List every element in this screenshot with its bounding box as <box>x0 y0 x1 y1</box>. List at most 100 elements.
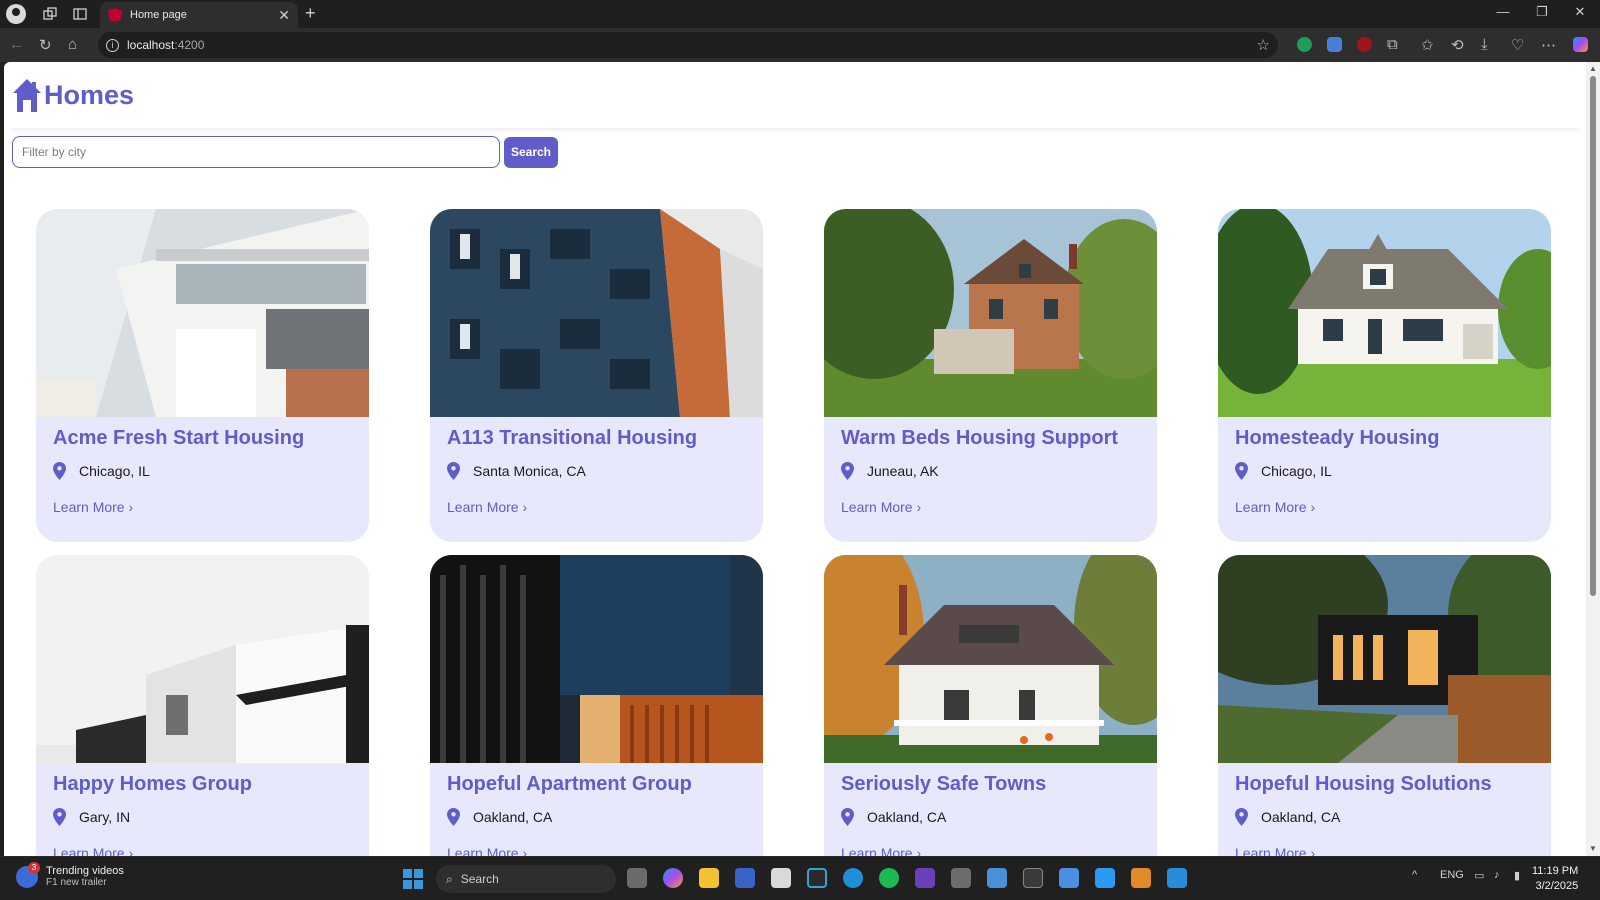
widgets-button[interactable]: 3 Trending videos F1 new trailer <box>16 861 124 888</box>
browser-essentials-icon[interactable]: ♡ <box>1511 36 1524 54</box>
notepad-icon[interactable] <box>1059 868 1079 888</box>
learn-more-link[interactable]: Learn More › <box>841 499 921 515</box>
tab-home-page[interactable]: Home page ✕ <box>100 2 298 28</box>
extensions-icon[interactable]: ⧉ <box>1387 36 1398 53</box>
house-logo-icon <box>12 77 42 113</box>
downloads-icon[interactable]: ⤓ <box>1481 36 1488 53</box>
listing-title: Homesteady Housing <box>1235 427 1440 449</box>
grammarly-icon[interactable] <box>1297 37 1312 52</box>
unity-icon[interactable] <box>951 868 971 888</box>
brand-title[interactable]: Homes <box>44 80 134 111</box>
url-text[interactable]: localhost:4200 <box>127 38 204 52</box>
new-tab-icon[interactable]: + <box>305 3 316 24</box>
scroll-thumb[interactable] <box>1590 76 1596 596</box>
learn-more-link[interactable]: Learn More › <box>841 845 921 856</box>
vscode-icon[interactable] <box>1167 868 1187 888</box>
listing-photo <box>36 209 369 417</box>
listing-location: Chicago, IL <box>1235 462 1332 480</box>
widget-subtitle: F1 new trailer <box>46 877 107 888</box>
terminal-icon[interactable] <box>1023 868 1043 888</box>
listing-title: Acme Fresh Start Housing <box>53 427 305 449</box>
battery-icon[interactable]: ▮ <box>1514 869 1520 882</box>
listing-title: Hopeful Housing Solutions <box>1235 773 1492 795</box>
location-pin-icon <box>841 808 854 826</box>
profile-icon[interactable] <box>6 4 26 24</box>
listing-card: Acme Fresh Start Housing Chicago, IL Lea… <box>36 209 369 542</box>
refresh-icon[interactable]: ↻ <box>39 36 52 54</box>
start-icon[interactable] <box>403 869 423 889</box>
home-icon[interactable]: ⌂ <box>68 36 77 53</box>
tool-icon[interactable] <box>987 868 1007 888</box>
favorite-star-icon[interactable]: ☆ <box>1257 36 1270 54</box>
listing-photo <box>1218 209 1551 417</box>
workspaces-icon[interactable] <box>40 4 60 24</box>
more-menu-icon[interactable]: ⋯ <box>1541 36 1556 54</box>
browser-toolbar: ← ↻ ⌂ i localhost:4200 ☆ ⧉ ✩ ⟲ ⤓ ♡ ⋯ <box>0 28 1600 62</box>
close-tab-icon[interactable]: ✕ <box>278 7 290 24</box>
learn-more-link[interactable]: Learn More › <box>53 499 133 515</box>
listing-photo <box>1218 555 1551 763</box>
back-icon[interactable]: ← <box>9 36 24 53</box>
spotify-icon[interactable] <box>879 868 899 888</box>
ublock-icon[interactable] <box>1357 37 1372 52</box>
learn-more-link[interactable]: Learn More › <box>447 845 527 856</box>
listing-card: Hopeful Apartment Group Oakland, CA Lear… <box>430 555 763 856</box>
location-pin-icon <box>53 462 66 480</box>
listings-grid: Acme Fresh Start Housing Chicago, IL Lea… <box>36 209 1551 856</box>
clock[interactable]: 11:19 PM 3/2/2025 <box>1532 864 1578 894</box>
favorites-icon[interactable]: ✩ <box>1421 36 1434 54</box>
learn-more-link[interactable]: Learn More › <box>53 845 133 856</box>
listing-location: Chicago, IL <box>53 462 150 480</box>
widget-badge: 3 <box>28 861 40 874</box>
listing-title: A113 Transitional Housing <box>447 427 698 449</box>
listing-location: Juneau, AK <box>841 462 939 480</box>
volume-icon[interactable]: ♪ <box>1494 869 1500 881</box>
listing-photo <box>36 555 369 763</box>
listing-title: Warm Beds Housing Support <box>841 427 1119 449</box>
vertical-tabs-icon[interactable] <box>70 4 90 24</box>
scroll-up-icon[interactable]: ▲ <box>1589 64 1597 73</box>
scroll-down-icon[interactable]: ▼ <box>1589 844 1597 853</box>
location-pin-icon <box>53 808 66 826</box>
browser-titlebar: Home page ✕ + — ❐ ✕ <box>0 0 1600 28</box>
listing-photo <box>430 555 763 763</box>
linqpad-icon[interactable] <box>807 868 827 888</box>
language-indicator[interactable]: ENG <box>1440 869 1464 881</box>
network-icon[interactable]: ▭ <box>1474 869 1484 882</box>
listing-card: Seriously Safe Towns Oakland, CA Learn M… <box>824 555 1157 856</box>
search-button[interactable]: Search <box>504 136 558 168</box>
task-view-icon[interactable] <box>627 868 647 888</box>
visual-studio-icon[interactable] <box>915 868 935 888</box>
location-pin-icon <box>447 462 460 480</box>
history-icon[interactable]: ⟲ <box>1451 36 1464 54</box>
listing-card: Homesteady Housing Chicago, IL Learn Mor… <box>1218 209 1551 542</box>
learn-more-link[interactable]: Learn More › <box>447 499 527 515</box>
taskbar-search[interactable]: ⌕ Search <box>436 865 616 893</box>
site-info-icon[interactable]: i <box>106 38 119 52</box>
address-bar[interactable]: i localhost:4200 ☆ <box>98 32 1278 58</box>
translate-icon[interactable] <box>1327 37 1342 52</box>
listing-photo <box>430 209 763 417</box>
widget-title: Trending videos <box>46 865 124 877</box>
filter-city-input[interactable] <box>12 136 500 168</box>
visual-studio-app-icon[interactable] <box>735 868 755 888</box>
close-window-icon[interactable]: ✕ <box>1565 4 1595 20</box>
learn-more-link[interactable]: Learn More › <box>1235 845 1315 856</box>
listing-photo <box>824 555 1157 763</box>
edge-icon[interactable] <box>843 868 863 888</box>
listing-card: Warm Beds Housing Support Juneau, AK Lea… <box>824 209 1157 542</box>
file-explorer-icon[interactable] <box>699 868 719 888</box>
media-player-icon[interactable] <box>1131 868 1151 888</box>
minimize-icon[interactable]: — <box>1488 4 1518 19</box>
copilot-icon[interactable] <box>1573 37 1588 52</box>
copilot-app-icon[interactable] <box>663 868 683 888</box>
learn-more-link[interactable]: Learn More › <box>1235 499 1315 515</box>
store-icon[interactable] <box>771 868 791 888</box>
listing-title: Seriously Safe Towns <box>841 773 1047 795</box>
show-hidden-icons-icon[interactable]: ^ <box>1412 869 1417 881</box>
tasks-icon[interactable] <box>1095 868 1115 888</box>
restore-icon[interactable]: ❐ <box>1527 4 1557 20</box>
listing-card: Happy Homes Group Gary, IN Learn More › <box>36 555 369 856</box>
page-scrollbar[interactable]: ▲ ▼ <box>1586 62 1600 856</box>
os-taskbar: 3 Trending videos F1 new trailer ⌕ Searc… <box>0 856 1600 900</box>
